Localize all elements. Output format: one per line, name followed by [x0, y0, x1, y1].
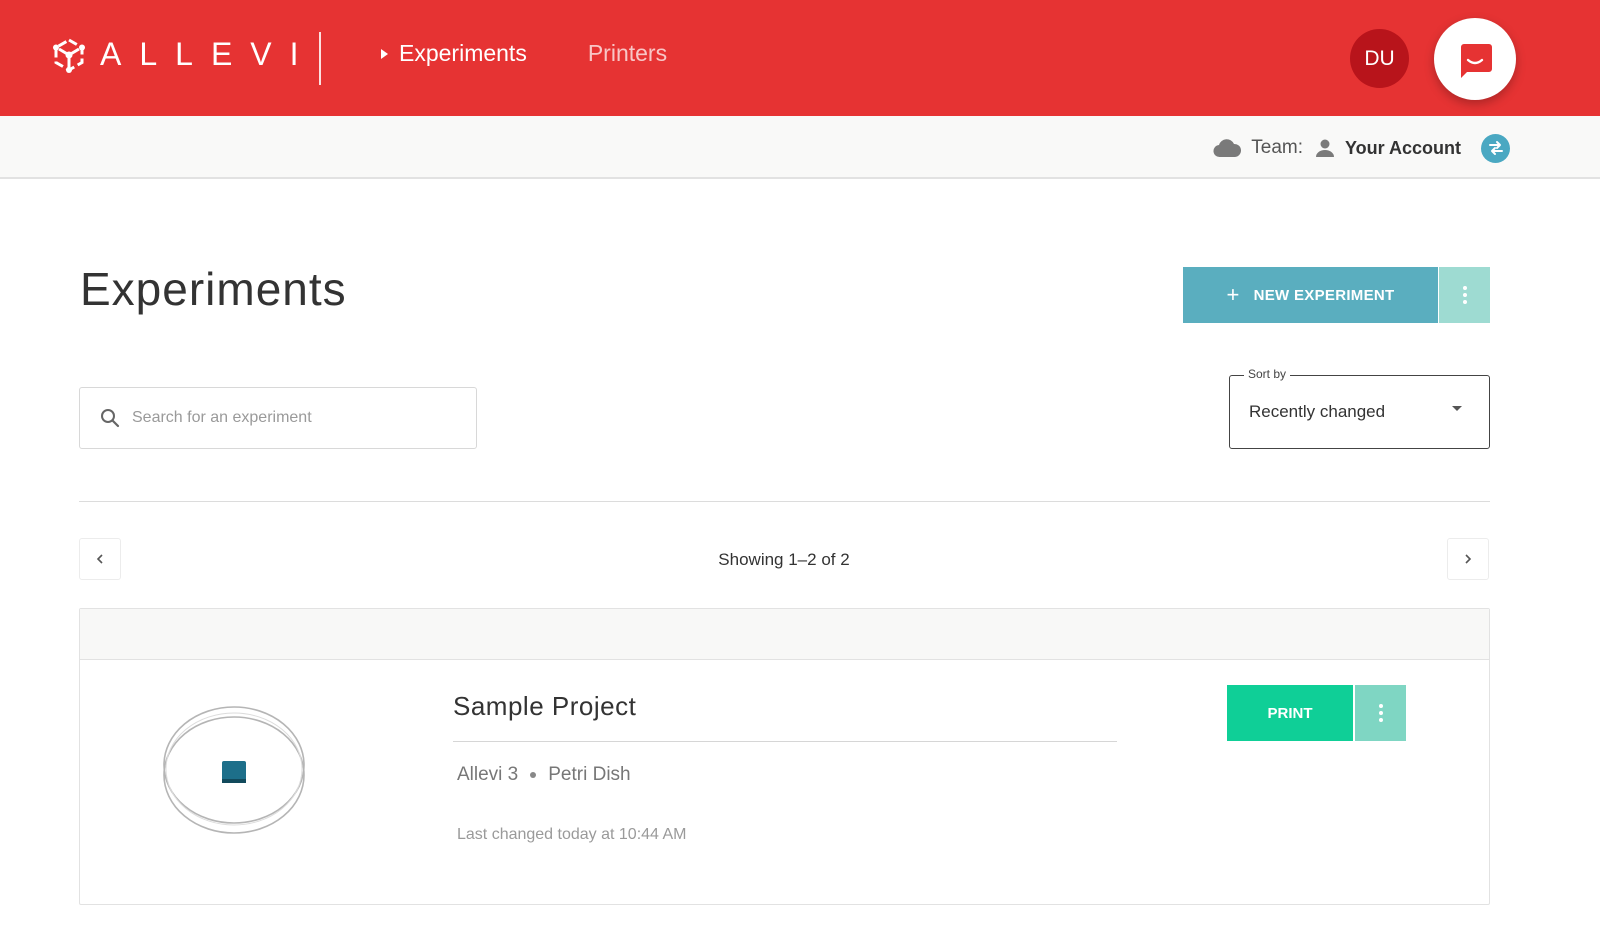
experiment-meta: Allevi 3 Petri Dish: [457, 764, 631, 786]
section-divider: [79, 501, 1490, 502]
experiment-printer: Allevi 3: [457, 764, 519, 785]
next-page-button[interactable]: [1447, 538, 1489, 580]
main-nav: Experiments Printers: [381, 40, 667, 67]
chevron-right-icon: [1465, 554, 1472, 564]
chat-icon: [1461, 44, 1492, 78]
page-title: Experiments: [80, 263, 347, 315]
team-label: Team:: [1251, 137, 1303, 158]
experiment-last-changed: Last changed today at 10:44 AM: [457, 826, 687, 843]
top-bar: ALLEVI Experiments Printers DU: [0, 0, 1600, 116]
account-name[interactable]: Your Account: [1345, 138, 1461, 159]
chat-button[interactable]: [1434, 18, 1516, 100]
more-vertical-icon: [1378, 703, 1383, 724]
team-selector: Team: Your Account: [1213, 132, 1510, 164]
experiment-title[interactable]: Sample Project: [453, 691, 636, 722]
caret-right-icon: [381, 48, 388, 59]
nav-printers[interactable]: Printers: [588, 40, 667, 67]
plus-icon: +: [1226, 282, 1240, 307]
team-bar: Team: Your Account: [0, 116, 1600, 179]
print-label: PRINT: [1267, 704, 1313, 722]
nav-experiments[interactable]: Experiments: [381, 40, 527, 67]
allevi-logo-icon: [53, 37, 85, 73]
switch-team-button[interactable]: [1481, 133, 1510, 163]
new-experiment-more-button[interactable]: [1439, 267, 1490, 323]
experiment-container: Petri Dish: [548, 764, 631, 785]
sort-value: Recently changed: [1249, 402, 1386, 421]
cloud-icon: [1213, 139, 1242, 158]
bullet-separator: [530, 772, 537, 778]
new-experiment-button[interactable]: + NEW EXPERIMENT: [1183, 267, 1438, 323]
header-divider: [319, 32, 321, 85]
swap-arrows-icon: [1488, 141, 1503, 155]
experiment-title-divider: [453, 741, 1117, 742]
experiment-list: Sample Project Allevi 3 Petri Dish Last …: [79, 608, 1490, 905]
search-icon: [101, 409, 120, 428]
pagination-status: Showing 1–2 of 2: [718, 550, 850, 569]
avatar-initials: DU: [1364, 46, 1395, 70]
person-icon: [1316, 139, 1334, 157]
nav-printers-label: Printers: [587, 40, 668, 66]
brand-logo[interactable]: ALLEVI: [52, 36, 317, 73]
caret-down-icon: [1452, 406, 1462, 411]
petri-dish-icon: [163, 706, 305, 834]
brand-name: ALLEVI: [100, 36, 317, 72]
sort-label: Sort by: [1244, 367, 1291, 381]
search-box: [79, 387, 477, 449]
experiment-list-header: [80, 609, 1489, 660]
nav-experiments-label: Experiments: [399, 40, 527, 66]
experiment-more-button[interactable]: [1355, 685, 1406, 741]
experiment-thumbnail[interactable]: [160, 703, 308, 841]
new-experiment-label: NEW EXPERIMENT: [1253, 286, 1395, 304]
search-input[interactable]: [132, 409, 452, 427]
more-vertical-icon: [1462, 285, 1467, 306]
user-avatar[interactable]: DU: [1350, 29, 1409, 88]
print-button[interactable]: PRINT: [1227, 685, 1353, 741]
sort-select[interactable]: Sort by Recently changed: [1229, 367, 1490, 449]
